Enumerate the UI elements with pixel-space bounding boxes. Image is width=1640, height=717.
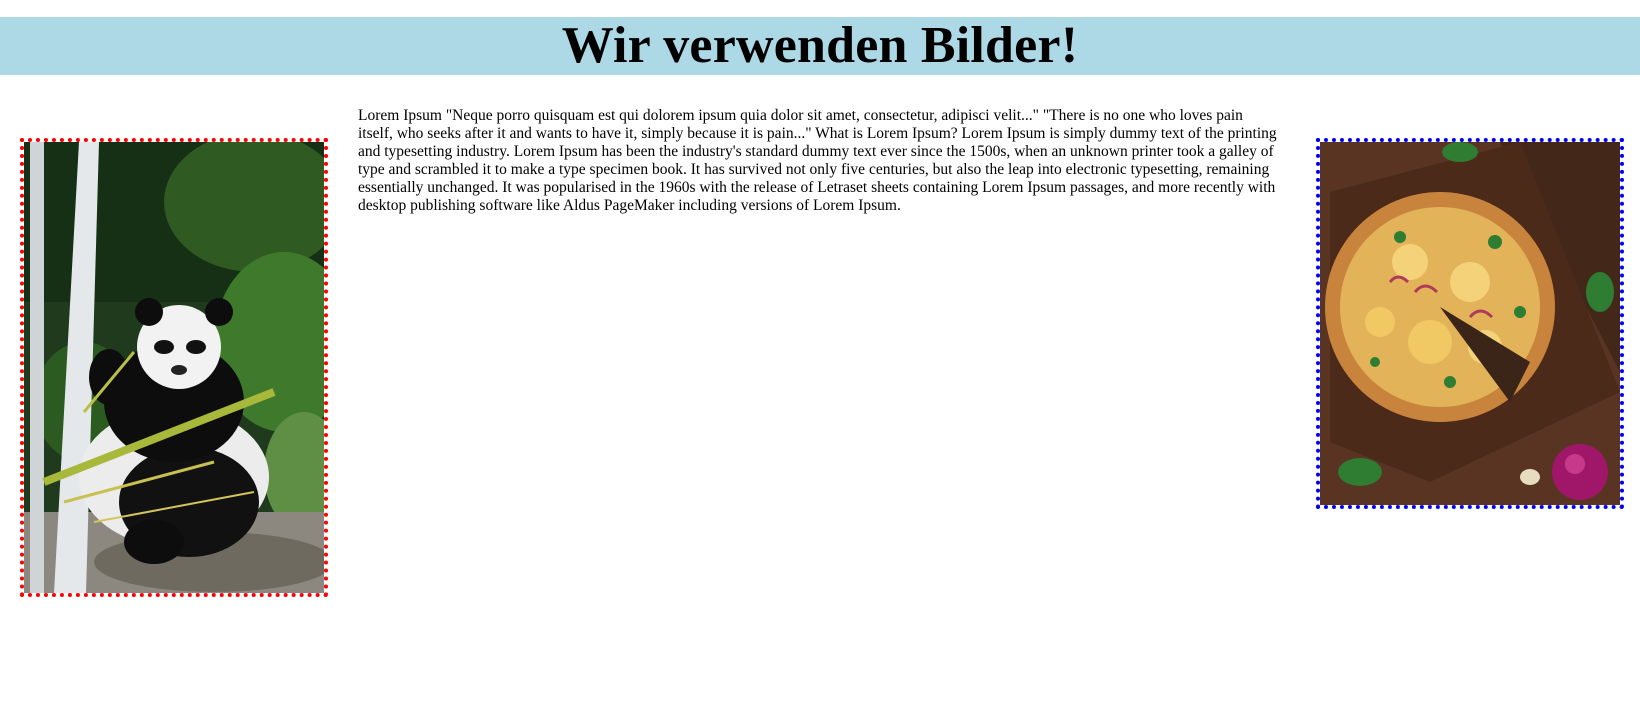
panda-image [20, 138, 328, 597]
page-header: Wir verwenden Bilder! [0, 17, 1640, 75]
pizza-image [1316, 138, 1624, 509]
page-title: Wir verwenden Bilder! [561, 17, 1079, 74]
panda-photo [24, 142, 324, 593]
pizza-photo [1320, 142, 1620, 505]
lorem-paragraph: Lorem Ipsum "Neque porro quisquam est qu… [358, 107, 1277, 214]
